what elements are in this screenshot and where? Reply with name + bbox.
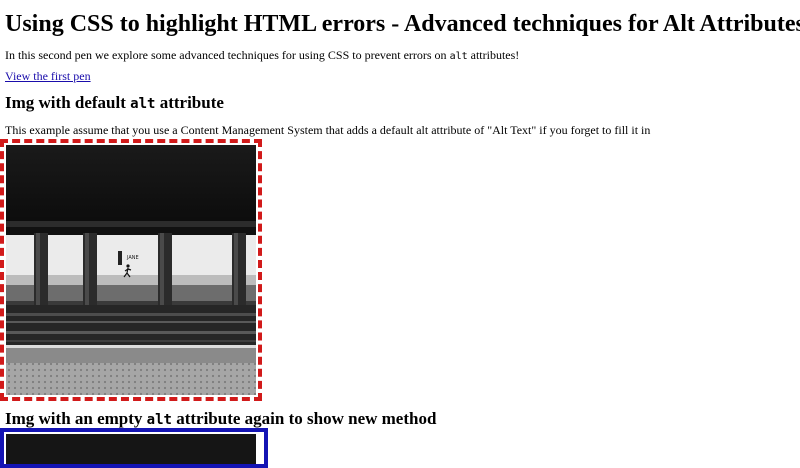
section1-heading-start: Img with default bbox=[5, 93, 131, 112]
page-title: Using CSS to highlight HTML errors - Adv… bbox=[5, 11, 800, 37]
intro-text-start: In this second pen we explore some advan… bbox=[5, 48, 450, 62]
intro-code: alt bbox=[449, 51, 468, 62]
empty-alt-image-frame bbox=[0, 428, 268, 468]
subway-platform-image-2 bbox=[6, 434, 256, 464]
section1-description: This example assume that you use a Conte… bbox=[5, 123, 651, 137]
intro-paragraph: In this second pen we explore some advan… bbox=[5, 48, 519, 64]
page: Using CSS to highlight HTML errors - Adv… bbox=[0, 0, 800, 468]
view-first-pen-link[interactable]: View the first pen bbox=[5, 69, 91, 83]
default-alt-image-frame: JANE bbox=[0, 139, 262, 401]
first-pen-paragraph: View the first pen bbox=[5, 69, 91, 84]
section2-heading-start: Img with an empty bbox=[5, 409, 147, 428]
subway-platform-image: JANE bbox=[6, 145, 256, 395]
section1-heading-code: alt bbox=[130, 96, 156, 112]
sign-text: JANE bbox=[126, 255, 139, 261]
section1-heading-end: attribute bbox=[155, 93, 224, 112]
section2-heading-end: attribute again to show new method bbox=[171, 409, 437, 428]
section2-heading-code: alt bbox=[146, 412, 172, 428]
intro-text-end: attributes! bbox=[467, 48, 520, 62]
section1-heading: Img with default alt attribute bbox=[5, 92, 224, 115]
